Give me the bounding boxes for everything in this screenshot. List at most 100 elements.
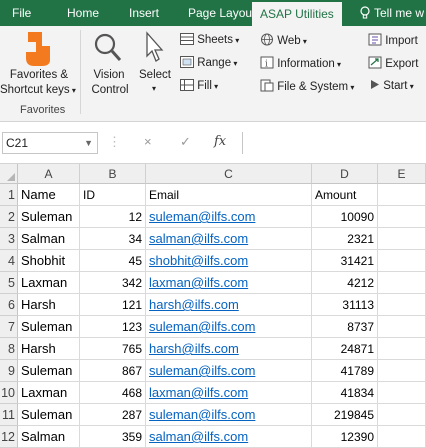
file-system-menu[interactable]: File & System ▾ xyxy=(260,79,354,93)
cell-email-link[interactable]: suleman@ilfs.com xyxy=(146,404,312,426)
cell-empty[interactable] xyxy=(378,404,426,426)
cell-amount[interactable]: 24871 xyxy=(312,338,378,360)
cell-email-link[interactable]: suleman@ilfs.com xyxy=(146,316,312,338)
vision-label-1[interactable]: Vision xyxy=(88,68,130,83)
cell-amount[interactable]: Amount xyxy=(312,184,378,206)
cell-name[interactable]: Salman xyxy=(18,426,80,448)
web-menu[interactable]: Web ▾ xyxy=(260,33,307,47)
cell-id[interactable]: ID xyxy=(80,184,146,206)
cell-empty[interactable] xyxy=(378,272,426,294)
cell-email-link[interactable]: shobhit@ilfs.com xyxy=(146,250,312,272)
column-header-c[interactable]: C xyxy=(146,164,312,184)
cell-name[interactable]: Suleman xyxy=(18,206,80,228)
cell-empty[interactable] xyxy=(378,184,426,206)
cell-name[interactable]: Name xyxy=(18,184,80,206)
row-header[interactable]: 4 xyxy=(0,250,18,272)
column-header-e[interactable]: E xyxy=(378,164,426,184)
cell-empty[interactable] xyxy=(378,316,426,338)
cell-name[interactable]: Suleman xyxy=(18,404,80,426)
cell-empty[interactable] xyxy=(378,426,426,448)
cell-email-link[interactable]: laxman@ilfs.com xyxy=(146,382,312,404)
insert-function-icon[interactable]: fx xyxy=(214,134,226,149)
row-header[interactable]: 2 xyxy=(0,206,18,228)
cell-amount[interactable]: 41789 xyxy=(312,360,378,382)
tab-tell-me[interactable]: Tell me w xyxy=(360,0,424,26)
cell-email-header[interactable]: Email xyxy=(146,184,312,206)
formula-input[interactable] xyxy=(242,132,426,154)
cell-amount[interactable]: 2321 xyxy=(312,228,378,250)
cell-name[interactable]: Suleman xyxy=(18,316,80,338)
tab-asap-utilities[interactable]: ASAP Utilities xyxy=(252,2,342,26)
cell-empty[interactable] xyxy=(378,382,426,404)
cell-amount[interactable]: 12390 xyxy=(312,426,378,448)
row-header[interactable]: 1 xyxy=(0,184,18,206)
cell-amount[interactable]: 219845 xyxy=(312,404,378,426)
cell-name[interactable]: Laxman xyxy=(18,382,80,404)
cell-empty[interactable] xyxy=(378,360,426,382)
column-header-a[interactable]: A xyxy=(18,164,80,184)
information-menu[interactable]: i Information ▾ xyxy=(260,56,341,70)
sheets-menu[interactable]: Sheets ▾ xyxy=(180,33,239,46)
column-header-d[interactable]: D xyxy=(312,164,378,184)
cursor-arrow-icon[interactable] xyxy=(143,30,165,69)
cell-email-link[interactable]: laxman@ilfs.com xyxy=(146,272,312,294)
export-button[interactable]: Export xyxy=(368,56,418,70)
cell-id[interactable]: 123 xyxy=(80,316,146,338)
name-box[interactable]: C21 ▼ xyxy=(2,132,98,154)
cell-id[interactable]: 287 xyxy=(80,404,146,426)
cell-empty[interactable] xyxy=(378,250,426,272)
cell-id[interactable]: 867 xyxy=(80,360,146,382)
favorites-label-1[interactable]: Favorites & xyxy=(6,68,72,83)
row-header[interactable]: 7 xyxy=(0,316,18,338)
cell-name[interactable]: Laxman xyxy=(18,272,80,294)
favorites-icon[interactable] xyxy=(22,30,56,73)
cell-amount[interactable]: 31421 xyxy=(312,250,378,272)
cell-id[interactable]: 45 xyxy=(80,250,146,272)
cell-id[interactable]: 12 xyxy=(80,206,146,228)
row-header[interactable]: 9 xyxy=(0,360,18,382)
cell-empty[interactable] xyxy=(378,294,426,316)
row-header[interactable]: 8 xyxy=(0,338,18,360)
cell-name[interactable]: Harsh xyxy=(18,294,80,316)
row-header[interactable]: 3 xyxy=(0,228,18,250)
favorites-label-2[interactable]: Shortcut keys ▾ xyxy=(0,83,76,98)
cell-empty[interactable] xyxy=(378,338,426,360)
cell-name[interactable]: Harsh xyxy=(18,338,80,360)
chevron-down-icon[interactable]: ▼ xyxy=(84,133,93,153)
select-dropdown-icon[interactable]: ▾ xyxy=(148,81,160,96)
cell-email-link[interactable]: salman@ilfs.com xyxy=(146,228,312,250)
row-header[interactable]: 12 xyxy=(0,426,18,448)
enter-icon[interactable]: ✓ xyxy=(180,134,191,150)
tab-page-layout[interactable]: Page Layou xyxy=(188,0,252,26)
row-header[interactable]: 10 xyxy=(0,382,18,404)
tab-insert[interactable]: Insert xyxy=(129,0,159,26)
cell-id[interactable]: 34 xyxy=(80,228,146,250)
row-header[interactable]: 6 xyxy=(0,294,18,316)
start-menu[interactable]: Start ▾ xyxy=(370,79,414,92)
cell-amount[interactable]: 10090 xyxy=(312,206,378,228)
cell-email-link[interactable]: harsh@ilfs.com xyxy=(146,338,312,360)
cell-email-link[interactable]: harsh@ilfs.com xyxy=(146,294,312,316)
column-header-b[interactable]: B xyxy=(80,164,146,184)
cell-amount[interactable]: 31113 xyxy=(312,294,378,316)
cell-name[interactable]: Salman xyxy=(18,228,80,250)
vision-label-2[interactable]: Control xyxy=(86,83,134,98)
cell-amount[interactable]: 4212 xyxy=(312,272,378,294)
import-button[interactable]: Import xyxy=(368,33,418,47)
cell-amount[interactable]: 8737 xyxy=(312,316,378,338)
row-header[interactable]: 5 xyxy=(0,272,18,294)
tab-file[interactable]: File xyxy=(12,0,31,26)
cell-empty[interactable] xyxy=(378,206,426,228)
select-all-corner[interactable] xyxy=(0,164,18,184)
cell-email-link[interactable]: salman@ilfs.com xyxy=(146,426,312,448)
cell-id[interactable]: 342 xyxy=(80,272,146,294)
cell-id[interactable]: 765 xyxy=(80,338,146,360)
cell-amount[interactable]: 41834 xyxy=(312,382,378,404)
cell-email-link[interactable]: suleman@ilfs.com xyxy=(146,206,312,228)
cell-name[interactable]: Shobhit xyxy=(18,250,80,272)
row-header[interactable]: 11 xyxy=(0,404,18,426)
cell-name[interactable]: Suleman xyxy=(18,360,80,382)
fill-menu[interactable]: Fill ▾ xyxy=(180,79,218,92)
cancel-icon[interactable]: × xyxy=(144,134,152,149)
cell-id[interactable]: 121 xyxy=(80,294,146,316)
